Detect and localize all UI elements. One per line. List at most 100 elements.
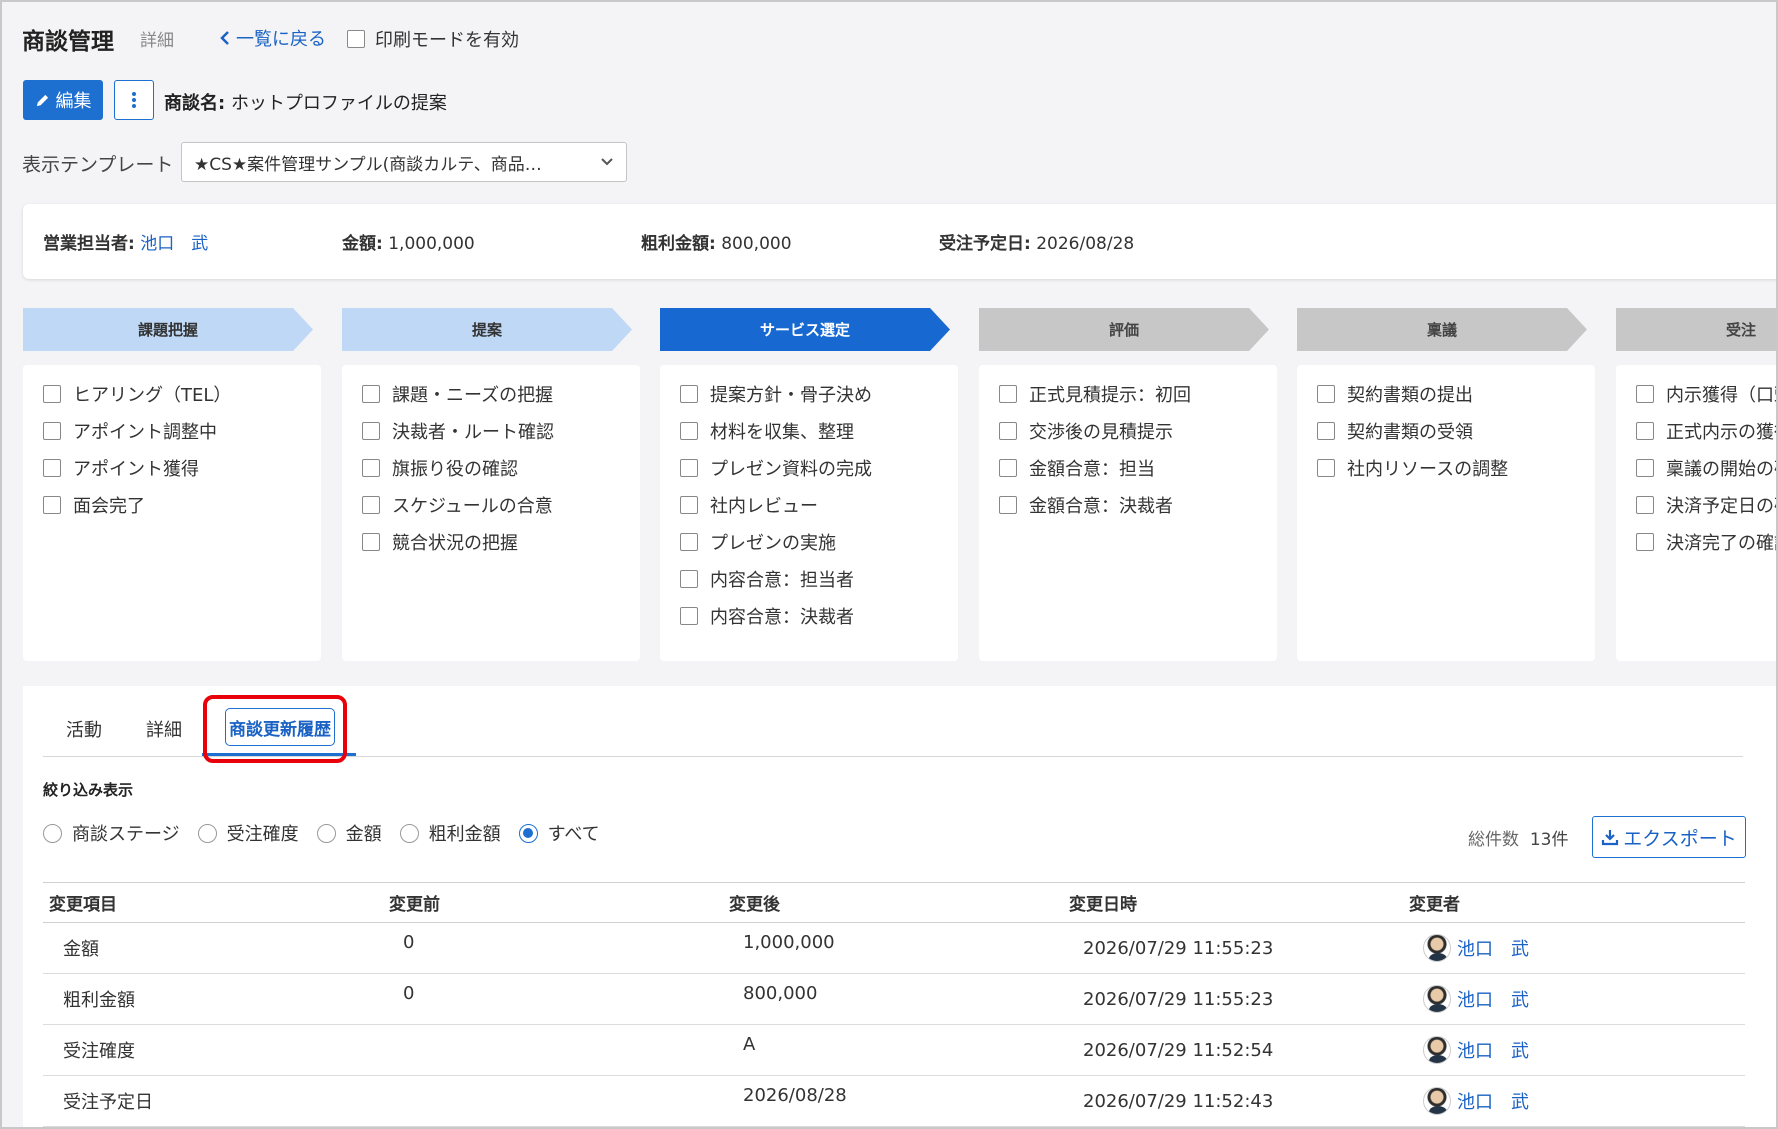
task-checkbox[interactable] [1636, 458, 1654, 477]
task-item[interactable]: 内容合意：担当者 [680, 560, 872, 597]
task-checkbox[interactable] [1636, 532, 1654, 551]
task-item[interactable]: 提案方針・骨子決め [680, 375, 872, 412]
task-item[interactable]: 決済予定日の確 [1636, 486, 1776, 523]
task-checkbox[interactable] [1636, 495, 1654, 514]
task-checkbox[interactable] [999, 495, 1017, 514]
task-checkbox[interactable] [1636, 421, 1654, 440]
task-item[interactable]: 社内リソースの調整 [1317, 449, 1508, 486]
user-link[interactable]: 池口 武 [1457, 986, 1529, 1012]
task-label: 決裁者・ルート確認 [392, 421, 554, 443]
task-item[interactable]: 内示獲得（口頭 [1636, 375, 1776, 412]
deal-name: 商談名: ホットプロファイルの提案 [164, 89, 447, 115]
radio-button-selected[interactable] [518, 823, 538, 843]
cell-changed-by: 池口 武 [1403, 1024, 1745, 1076]
tab-details[interactable]: 詳細 [146, 716, 182, 742]
stage-order[interactable]: 受注 [1616, 308, 1778, 351]
cell-after-value: 1,000,000 [743, 931, 835, 953]
task-checkbox[interactable] [680, 532, 698, 551]
stage-service-selection[interactable]: サービス選定 [660, 308, 950, 351]
export-button[interactable]: エクスポート [1592, 816, 1746, 858]
task-checkbox[interactable] [1317, 421, 1335, 440]
task-item[interactable]: 競合状況の把握 [362, 523, 554, 560]
task-item[interactable]: 決済完了の確認 [1636, 523, 1776, 560]
edit-button[interactable]: 編集 [23, 80, 103, 120]
task-checkbox[interactable] [680, 458, 698, 477]
table-row: 粗利金額 0 800,000 2026/07/29 11:55:23 池口 武 [43, 973, 1745, 1025]
task-checkbox[interactable] [43, 458, 61, 477]
radio-button[interactable] [197, 823, 217, 843]
task-checkbox[interactable] [43, 495, 61, 514]
task-checkbox[interactable] [680, 384, 698, 403]
task-checkbox[interactable] [999, 384, 1017, 403]
task-checkbox[interactable] [362, 384, 380, 403]
back-to-list-link[interactable]: 一覧に戻る [218, 25, 326, 51]
history-table: 変更項目 変更前 変更後 変更日時 変更者 金額 0 1,000,000 202… [43, 882, 1745, 1127]
task-item[interactable]: スケジュールの合意 [362, 486, 554, 523]
task-item[interactable]: アポイント調整中 [43, 412, 231, 449]
filter-option-gross-profit[interactable]: 粗利金額 [399, 820, 501, 846]
task-item[interactable]: 金額合意：担当 [999, 449, 1191, 486]
task-label: 提案方針・骨子決め [710, 384, 872, 406]
task-item[interactable]: 面会完了 [43, 486, 231, 523]
task-checkbox[interactable] [1636, 384, 1654, 403]
kebab-icon [132, 92, 136, 108]
radio-button[interactable] [43, 823, 62, 843]
task-checkbox[interactable] [43, 384, 61, 403]
more-actions-button[interactable] [114, 80, 154, 120]
task-checkbox[interactable] [362, 495, 380, 514]
radio-button[interactable] [399, 823, 419, 843]
task-item[interactable]: アポイント獲得 [43, 449, 231, 486]
user-link[interactable]: 池口 武 [1457, 1088, 1529, 1114]
user-link[interactable]: 池口 武 [1457, 1037, 1529, 1063]
user-link[interactable]: 池口 武 [1457, 935, 1529, 961]
task-item[interactable]: 材料を収集、整理 [680, 412, 872, 449]
task-checkbox[interactable] [43, 421, 61, 440]
filter-option-stage[interactable]: 商談ステージ [43, 820, 180, 846]
sales-owner-link[interactable]: 池口 武 [140, 234, 208, 254]
task-item[interactable]: 課題・ニーズの把握 [362, 375, 554, 412]
task-label: 内示獲得（口頭 [1666, 384, 1776, 406]
task-checkbox[interactable] [680, 606, 698, 625]
task-checkbox[interactable] [1317, 384, 1335, 403]
filter-option-all[interactable]: すべて [518, 820, 600, 846]
task-checkbox[interactable] [362, 458, 380, 477]
task-checkbox[interactable] [362, 532, 380, 551]
task-item[interactable]: プレゼン資料の完成 [680, 449, 872, 486]
task-checkbox[interactable] [680, 569, 698, 588]
task-item[interactable]: プレゼンの実施 [680, 523, 872, 560]
task-item[interactable]: 契約書類の受領 [1317, 412, 1508, 449]
radio-button[interactable] [316, 823, 336, 843]
task-item[interactable]: ヒアリング（TEL） [43, 375, 231, 412]
task-checkbox[interactable] [1317, 458, 1335, 477]
task-checkbox[interactable] [999, 458, 1017, 477]
stage-evaluation[interactable]: 評価 [979, 308, 1269, 351]
task-item[interactable]: 旗振り役の確認 [362, 449, 554, 486]
filter-option-probability[interactable]: 受注確度 [197, 820, 299, 846]
task-checkbox[interactable] [362, 421, 380, 440]
cell-item: 金額 [43, 922, 383, 974]
print-mode-toggle[interactable]: 印刷モードを有効 [347, 26, 519, 52]
task-label: 競合状況の把握 [392, 532, 518, 554]
task-item[interactable]: 金額合意：決裁者 [999, 486, 1191, 523]
task-item[interactable]: 内容合意：決裁者 [680, 597, 872, 634]
task-checkbox[interactable] [680, 495, 698, 514]
task-label: 契約書類の提出 [1347, 384, 1473, 406]
task-item[interactable]: 決裁者・ルート確認 [362, 412, 554, 449]
task-item[interactable]: 正式見積提示：初回 [999, 375, 1191, 412]
task-label: プレゼン資料の完成 [710, 458, 872, 480]
task-item[interactable]: 社内レビュー [680, 486, 872, 523]
back-to-list-label: 一覧に戻る [236, 29, 326, 50]
filter-option-amount[interactable]: 金額 [316, 820, 382, 846]
stage-approval[interactable]: 稟議 [1297, 308, 1587, 351]
task-item[interactable]: 契約書類の提出 [1317, 375, 1508, 412]
task-item[interactable]: 稟議の開始の確 [1636, 449, 1776, 486]
stage-proposal[interactable]: 提案 [342, 308, 632, 351]
tab-activity[interactable]: 活動 [66, 716, 102, 742]
task-checkbox[interactable] [999, 421, 1017, 440]
task-item[interactable]: 交渉後の見積提示 [999, 412, 1191, 449]
print-mode-checkbox[interactable] [347, 30, 365, 48]
stage-issue-grasp[interactable]: 課題把握 [23, 308, 313, 351]
task-checkbox[interactable] [680, 421, 698, 440]
task-item[interactable]: 正式内示の獲得 [1636, 412, 1776, 449]
template-select[interactable]: ★CS★案件管理サンプル(商談カルテ、商品… [181, 142, 627, 182]
